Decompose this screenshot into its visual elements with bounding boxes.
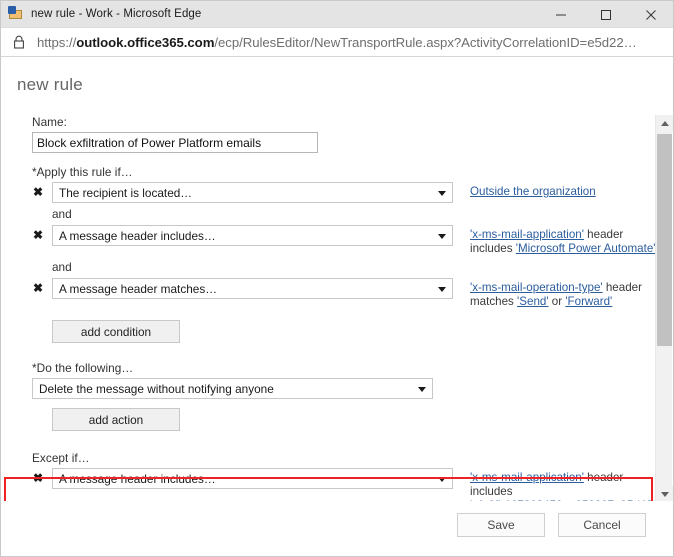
conjunction-and-2: and: [52, 260, 72, 274]
condition-description-0[interactable]: Outside the organization: [470, 182, 596, 199]
add-action-button[interactable]: add action: [52, 408, 180, 431]
chevron-down-icon: [438, 234, 446, 239]
condition-select-value: A message header includes…: [59, 229, 216, 243]
chevron-down-icon: [438, 191, 446, 196]
name-label: Name:: [32, 115, 67, 129]
scroll-up-arrow-icon[interactable]: [656, 115, 673, 132]
add-condition-button[interactable]: add condition: [52, 320, 180, 343]
outlook-mail-icon: [8, 6, 24, 22]
except-if-label: Except if…: [32, 451, 90, 465]
delete-condition-icon[interactable]: ✖: [32, 278, 52, 299]
action-row: Delete the message without notifying any…: [32, 378, 657, 399]
browser-window: new rule - Work - Microsoft Edge https:/…: [0, 0, 674, 557]
url-text[interactable]: https://outlook.office365.com/ecp/RulesE…: [37, 35, 637, 50]
condition-select-value: A message header matches…: [59, 282, 218, 296]
description-link[interactable]: Outside the organization: [470, 185, 596, 198]
vertical-scrollbar[interactable]: [655, 115, 673, 503]
exception-description-0[interactable]: 'x-ms-mail-application' header includes …: [470, 468, 673, 503]
conjunction-and-1: and: [52, 207, 72, 221]
url-scheme: https://: [37, 34, 77, 50]
condition-select-2[interactable]: A message header matches…: [52, 278, 453, 299]
description-text: or: [548, 295, 566, 308]
condition-row: ✖ The recipient is located… Outside the …: [32, 182, 657, 203]
description-link[interactable]: 'Forward': [565, 295, 612, 308]
description-link[interactable]: 'x-ms-mail-operation-type': [470, 281, 603, 294]
title-bar: new rule - Work - Microsoft Edge: [1, 1, 673, 28]
footer-buttons: Save Cancel: [457, 513, 646, 537]
description-link[interactable]: 'Microsoft Power Automate': [516, 242, 656, 255]
description-link[interactable]: 'x-ms-mail-application': [470, 228, 584, 241]
lock-icon: [12, 34, 26, 50]
close-icon[interactable]: [628, 1, 673, 28]
page-title: new rule: [17, 75, 83, 94]
condition-description-2[interactable]: 'x-ms-mail-operation-type' header matche…: [470, 278, 657, 309]
do-following-label: *Do the following…: [32, 361, 134, 375]
url-host: outlook.office365.com: [76, 34, 215, 50]
condition-select-0[interactable]: The recipient is located…: [52, 182, 453, 203]
window-title: new rule - Work - Microsoft Edge: [31, 8, 202, 20]
url-path: /ecp/RulesEditor/NewTransportRule.aspx?A…: [214, 34, 637, 50]
rule-name-input[interactable]: [32, 132, 318, 153]
delete-exception-icon[interactable]: ✖: [32, 468, 52, 489]
delete-condition-icon[interactable]: ✖: [32, 182, 52, 203]
apply-rule-label: *Apply this rule if…: [32, 165, 133, 179]
window-controls: [538, 1, 673, 28]
page-content: new rule Name: *Apply this rule if… ✖ Th…: [1, 58, 673, 556]
delete-condition-icon[interactable]: ✖: [32, 225, 52, 246]
chevron-down-icon: [438, 477, 446, 482]
rule-form: Name: *Apply this rule if… ✖ The recipie…: [1, 115, 673, 503]
description-link[interactable]: 'Send': [517, 295, 549, 308]
condition-select-1[interactable]: A message header includes…: [52, 225, 453, 246]
address-bar[interactable]: https://outlook.office365.com/ecp/RulesE…: [1, 28, 673, 57]
condition-description-1[interactable]: 'x-ms-mail-application' header includes …: [470, 225, 657, 256]
exception-row: ✖ A message header includes… 'x-ms-mail-…: [32, 468, 673, 503]
condition-select-value: The recipient is located…: [59, 186, 193, 200]
action-select[interactable]: Delete the message without notifying any…: [32, 378, 433, 399]
exception-select-value: A message header includes…: [59, 472, 216, 486]
condition-row: ✖ A message header includes… 'x-ms-mail-…: [32, 225, 657, 256]
action-select-value: Delete the message without notifying any…: [39, 382, 274, 396]
cancel-button[interactable]: Cancel: [558, 513, 646, 537]
condition-row: ✖ A message header matches… 'x-ms-mail-o…: [32, 278, 657, 309]
scrollbar-thumb[interactable]: [657, 134, 672, 346]
description-link[interactable]: 'x-ms-mail-application': [470, 471, 584, 484]
save-button[interactable]: Save: [457, 513, 545, 537]
chevron-down-icon: [418, 387, 426, 392]
exception-select-0[interactable]: A message header includes…: [52, 468, 453, 489]
minimize-icon[interactable]: [538, 1, 583, 28]
dialog-footer: Save Cancel: [1, 501, 673, 556]
maximize-icon[interactable]: [583, 1, 628, 28]
form-scroll-region: Name: *Apply this rule if… ✖ The recipie…: [1, 115, 673, 503]
chevron-down-icon: [438, 287, 446, 292]
